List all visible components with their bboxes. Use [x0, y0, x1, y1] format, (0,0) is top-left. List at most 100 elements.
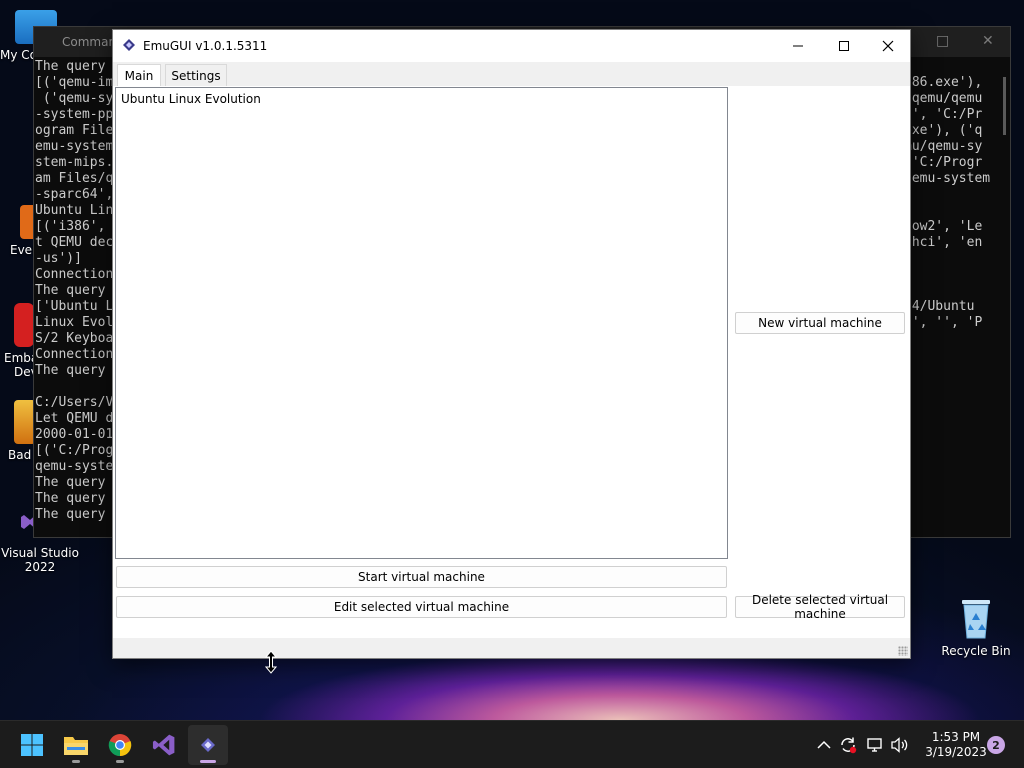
console-output-left: The query [('qemu-im ('qemu-sy -system-pp o…: [35, 59, 113, 523]
console-line-left: [35, 379, 113, 395]
resize-cursor-icon: [265, 650, 277, 674]
tab-bar: Main Settings: [113, 62, 910, 86]
volume-tray-button[interactable]: [890, 735, 910, 755]
update-tray-button[interactable]: [838, 735, 858, 755]
console-line-right: [904, 459, 990, 475]
console-line-left: qemu-syste: [35, 459, 114, 474]
console-line-left: The query: [35, 475, 106, 490]
embarcadero-dev-icon: [14, 303, 34, 347]
maximize-icon[interactable]: □: [936, 33, 949, 49]
running-indicator: [200, 760, 216, 763]
minimize-button[interactable]: [775, 30, 821, 62]
minimize-icon: [793, 45, 803, 47]
desktop-icon-label-2: 2022: [24, 560, 56, 574]
console-line-right: mu/qemu-sy: [904, 139, 983, 154]
show-hidden-icons-button[interactable]: [814, 735, 834, 755]
console-line-left: -us')]: [35, 251, 82, 266]
console-line-right: 386.exe'),: [904, 75, 983, 90]
maximize-button[interactable]: [821, 30, 867, 62]
chrome-icon: [108, 734, 132, 757]
console-line-left: [('i386',: [35, 219, 106, 234]
chevron-up-icon: [817, 740, 831, 749]
delete-vm-button[interactable]: Delete selected virtual machine: [735, 593, 905, 621]
edit-vm-button[interactable]: Edit selected virtual machine: [116, 596, 727, 618]
emugui-app-icon: [123, 39, 135, 51]
vm-list-item[interactable]: Ubuntu Linux Evolution: [116, 88, 727, 110]
console-line-left: [('qemu-im: [35, 75, 114, 90]
cmd-window-title: Comman: [62, 35, 117, 49]
console-line-right: [904, 331, 990, 347]
console-line-left: The query: [35, 363, 106, 378]
network-tray-button[interactable]: [865, 735, 885, 755]
network-icon: [867, 738, 882, 752]
console-line-right: [904, 283, 990, 299]
taskbar-file-explorer[interactable]: [56, 725, 96, 765]
start-vm-button[interactable]: Start virtual machine: [116, 566, 727, 588]
console-line-right: 1', '', 'P: [904, 315, 983, 330]
tab-settings[interactable]: Settings: [165, 64, 227, 86]
maximize-icon: [839, 41, 849, 51]
volume-icon: [891, 737, 908, 753]
console-line-right: [904, 347, 990, 363]
console-line-right: [904, 363, 990, 379]
file-explorer-icon: [64, 737, 88, 755]
console-line-left: am Files/q: [35, 171, 114, 186]
console-line-left: Ubuntu Lin: [35, 203, 114, 218]
console-line-right: [904, 203, 990, 219]
taskbar-chrome[interactable]: [100, 725, 140, 765]
recycle-bin-icon: [962, 600, 990, 639]
main-tab-panel: Ubuntu Linux Evolution New virtual machi…: [113, 86, 910, 638]
console-line-right: [904, 411, 990, 427]
close-button[interactable]: [865, 30, 911, 62]
console-line-right: [904, 507, 990, 523]
taskbar-clock[interactable]: 1:53 PM 3/19/2023: [916, 730, 996, 760]
status-bar: [113, 638, 910, 658]
console-line-right: 64/Ubuntu: [904, 299, 975, 314]
console-line-left: -sparc64',: [35, 187, 114, 202]
running-indicator: [116, 760, 124, 763]
close-icon[interactable]: ✕: [982, 33, 994, 49]
console-line-left: emu-system: [35, 139, 114, 154]
console-line-left: The query: [35, 283, 106, 298]
console-scrollbar[interactable]: [1003, 77, 1006, 135]
console-line-right: 'C:/Progr: [904, 155, 983, 170]
sync-icon: [841, 737, 857, 754]
taskbar-visual-studio[interactable]: [144, 725, 184, 765]
console-line-left: -system-pp: [35, 107, 114, 122]
console-line-right: [904, 475, 990, 491]
emugui-window[interactable]: EmuGUI v1.0.1.5311 Main Settings Ubuntu …: [112, 29, 911, 659]
window-title: EmuGUI v1.0.1.5311: [143, 39, 268, 53]
desktop-icon-label: Visual Studio: [1, 546, 79, 560]
console-line-left: Connection: [35, 267, 114, 282]
taskbar: 1:53 PM 3/19/2023 2: [0, 720, 1024, 768]
console-line-right: [904, 59, 990, 75]
vm-list[interactable]: Ubuntu Linux Evolution: [115, 87, 728, 559]
console-line-right: cow2', 'Le: [904, 219, 983, 234]
console-line-right: [904, 379, 990, 395]
notification-badge[interactable]: 2: [987, 736, 1005, 754]
console-output-right: 386.exe'),/qemu/qemu l', 'C:/Pr exe'), ('q…: [904, 59, 990, 523]
tab-main[interactable]: Main: [117, 64, 161, 86]
console-line-left: The query: [35, 59, 106, 74]
console-line-right: l', 'C:/Pr: [904, 107, 983, 122]
visual-studio-icon: [152, 734, 175, 756]
console-line-right: ohci', 'en: [904, 235, 983, 250]
console-line-left: Let QEMU d: [35, 411, 114, 426]
taskbar-emugui[interactable]: [188, 725, 228, 765]
taskbar-start-button[interactable]: [12, 725, 52, 765]
new-vm-button[interactable]: New virtual machine: [735, 312, 905, 334]
close-icon: [882, 40, 894, 52]
resize-grip[interactable]: [898, 646, 908, 656]
console-line-left: Linux Evol: [35, 315, 114, 330]
console-line-left: C:/Users/V: [35, 395, 114, 410]
recycle-bin-label: Recycle Bin: [941, 644, 1011, 658]
emugui-titlebar[interactable]: EmuGUI v1.0.1.5311: [113, 30, 910, 62]
console-line-left: ogram File: [35, 123, 114, 138]
console-line-right: qemu-system: [904, 171, 991, 186]
console-line-right: [904, 427, 990, 443]
console-line-left: The query: [35, 507, 106, 522]
desktop-icon-recycle-bin[interactable]: Recycle Bin: [940, 596, 1012, 658]
console-line-left: t QEMU dec: [35, 235, 114, 250]
windows-start-icon: [21, 734, 43, 756]
console-line-left: S/2 Keyboa: [35, 331, 114, 346]
